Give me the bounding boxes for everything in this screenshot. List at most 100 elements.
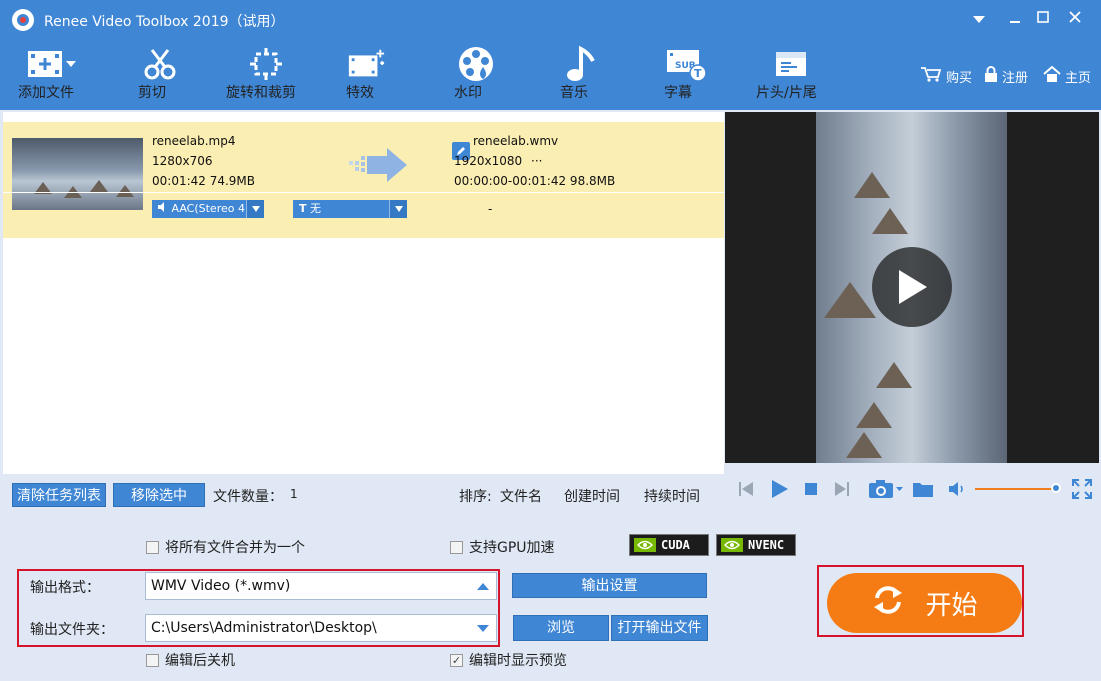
fullscreen-icon[interactable] [1071,478,1093,500]
row-divider [3,192,724,193]
file-count-value: 1 [290,487,298,501]
output-folder-label: 输出文件夹： [30,622,114,638]
buy-link[interactable]: 购买 [920,66,972,86]
volume-slider-handle[interactable] [1051,483,1061,493]
add-file-label: 添加文件 [18,85,74,101]
output-filename: reneelab.wmv [473,134,559,148]
output-folder-select[interactable]: C:\Users\Administrator\Desktop\ [145,614,497,642]
text-icon: T [299,202,307,215]
more-options-button[interactable]: ··· [531,154,542,168]
music-button[interactable]: 音乐 [560,44,600,106]
chevron-down-icon [246,200,264,218]
minimize-button[interactable] [1002,6,1028,32]
play-icon[interactable] [769,478,791,500]
start-button[interactable]: 开始 [827,573,1022,633]
cuda-badge: CUDA [629,534,709,556]
open-folder-icon[interactable] [911,478,935,500]
player-controls [725,463,1099,516]
home-label: 主页 [1065,70,1092,86]
audio-track-select[interactable]: AAC(Stereo 4 [152,200,264,218]
app-logo [12,9,34,31]
output-range-size: 00:00:00-00:01:42 98.8MB [454,174,616,188]
audio-track-value: AAC(Stereo 4 [171,202,245,215]
source-duration-size: 00:01:42 74.9MB [152,174,256,188]
rotate-crop-label: 旋转和裁剪 [226,85,296,101]
cut-button[interactable]: 剪切 [138,44,182,106]
watermark-button[interactable]: 水印 [454,44,498,106]
add-file-button[interactable]: 添加文件 [18,44,84,106]
open-output-folder-button[interactable]: 打开输出文件 [611,615,708,641]
checkbox-checked: ✓ [450,653,463,667]
cuda-label: CUDA [661,538,690,552]
sort-by-created-time[interactable]: 创建时间 [564,486,620,506]
output-folder-value: C:\Users\Administrator\Desktop\ [151,620,377,636]
home-icon [1043,65,1061,86]
subtitle-icon: SUB T [664,44,708,84]
cut-label: 剪切 [138,85,166,101]
play-overlay-button[interactable] [872,247,952,327]
nvenc-badge: NVENC [716,534,796,556]
app-title: Renee Video Toolbox 2019（试用） [44,14,285,30]
subtitle-label: 字幕 [664,85,692,101]
watermark-label: 水印 [454,85,482,101]
maximize-button[interactable] [1030,6,1056,32]
browse-button[interactable]: 浏览 [513,615,609,641]
volume-slider-track[interactable] [975,488,1057,490]
add-file-icon [18,44,84,84]
intro-outro-icon [756,44,826,84]
start-label: 开始 [925,590,978,621]
gpu-accel-label: 支持GPU加速 [469,540,555,556]
buy-label: 购买 [946,70,973,86]
shutdown-after-label: 编辑后关机 [165,653,235,669]
close-button[interactable] [1062,6,1088,32]
video-preview[interactable] [725,112,1099,463]
source-filename: reneelab.mp4 [152,134,236,148]
previous-icon[interactable] [737,478,755,500]
file-count-label: 文件数量： [213,489,283,505]
convert-arrow-icon [349,148,407,184]
cart-icon [920,66,942,86]
video-thumbnail [12,138,143,210]
next-icon[interactable] [833,478,851,500]
speaker-icon [158,202,168,215]
effects-icon [346,44,386,84]
checkbox-box [146,540,159,554]
nvidia-eye-icon [634,538,656,552]
file-row[interactable]: reneelab.mp4 1280x706 00:01:42 74.9MB re… [3,122,724,238]
svg-text:T: T [694,67,702,80]
home-link[interactable]: 主页 [1043,65,1092,86]
intro-outro-button[interactable]: 片头/片尾 [756,44,826,106]
output-format-label: 输出格式： [30,580,100,596]
register-link[interactable]: 注册 [984,66,1028,86]
sort-by-duration[interactable]: 持续时间 [644,486,700,506]
output-settings-panel: 将所有文件合并为一个 支持GPU加速 CUDA NVENC 输出格式： WMV … [0,516,1101,681]
start-highlight-frame: 开始 [817,565,1024,637]
top-bar: Renee Video Toolbox 2019（试用） 添加文件 剪切 旋转和… [0,0,1101,110]
watermark-icon [454,44,498,84]
music-note-icon [560,44,600,84]
stop-icon[interactable] [803,478,819,500]
output-format-select[interactable]: WMV Video (*.wmv) [145,572,497,600]
merge-all-label: 将所有文件合并为一个 [165,540,305,556]
chevron-down-icon [389,200,407,218]
show-preview-checkbox[interactable]: ✓ 编辑时显示预览 [450,650,567,670]
remove-selected-button[interactable]: 移除选中 [113,483,205,507]
register-label: 注册 [1002,70,1029,86]
show-preview-label: 编辑时显示预览 [469,653,567,669]
merge-all-checkbox[interactable]: 将所有文件合并为一个 [146,537,305,557]
rotate-crop-button[interactable]: 旋转和裁剪 [226,44,306,106]
volume-icon[interactable] [947,478,967,500]
gpu-accel-checkbox[interactable]: 支持GPU加速 [450,537,555,557]
crop-icon [226,44,306,84]
clear-task-list-button[interactable]: 清除任务列表 [12,483,106,507]
shutdown-after-checkbox[interactable]: 编辑后关机 [146,650,235,670]
effects-button[interactable]: 特效 [346,44,386,106]
menu-dropdown-icon[interactable] [966,6,992,32]
subtitle-button[interactable]: SUB T 字幕 [664,44,708,106]
output-settings-button[interactable]: 输出设置 [512,573,707,598]
snapshot-camera-icon[interactable] [867,478,905,500]
refresh-icon [871,583,905,624]
sort-by-filename[interactable]: 文件名 [500,486,542,506]
scissors-icon [138,44,182,84]
subtitle-track-select[interactable]: T 无 [293,200,407,218]
